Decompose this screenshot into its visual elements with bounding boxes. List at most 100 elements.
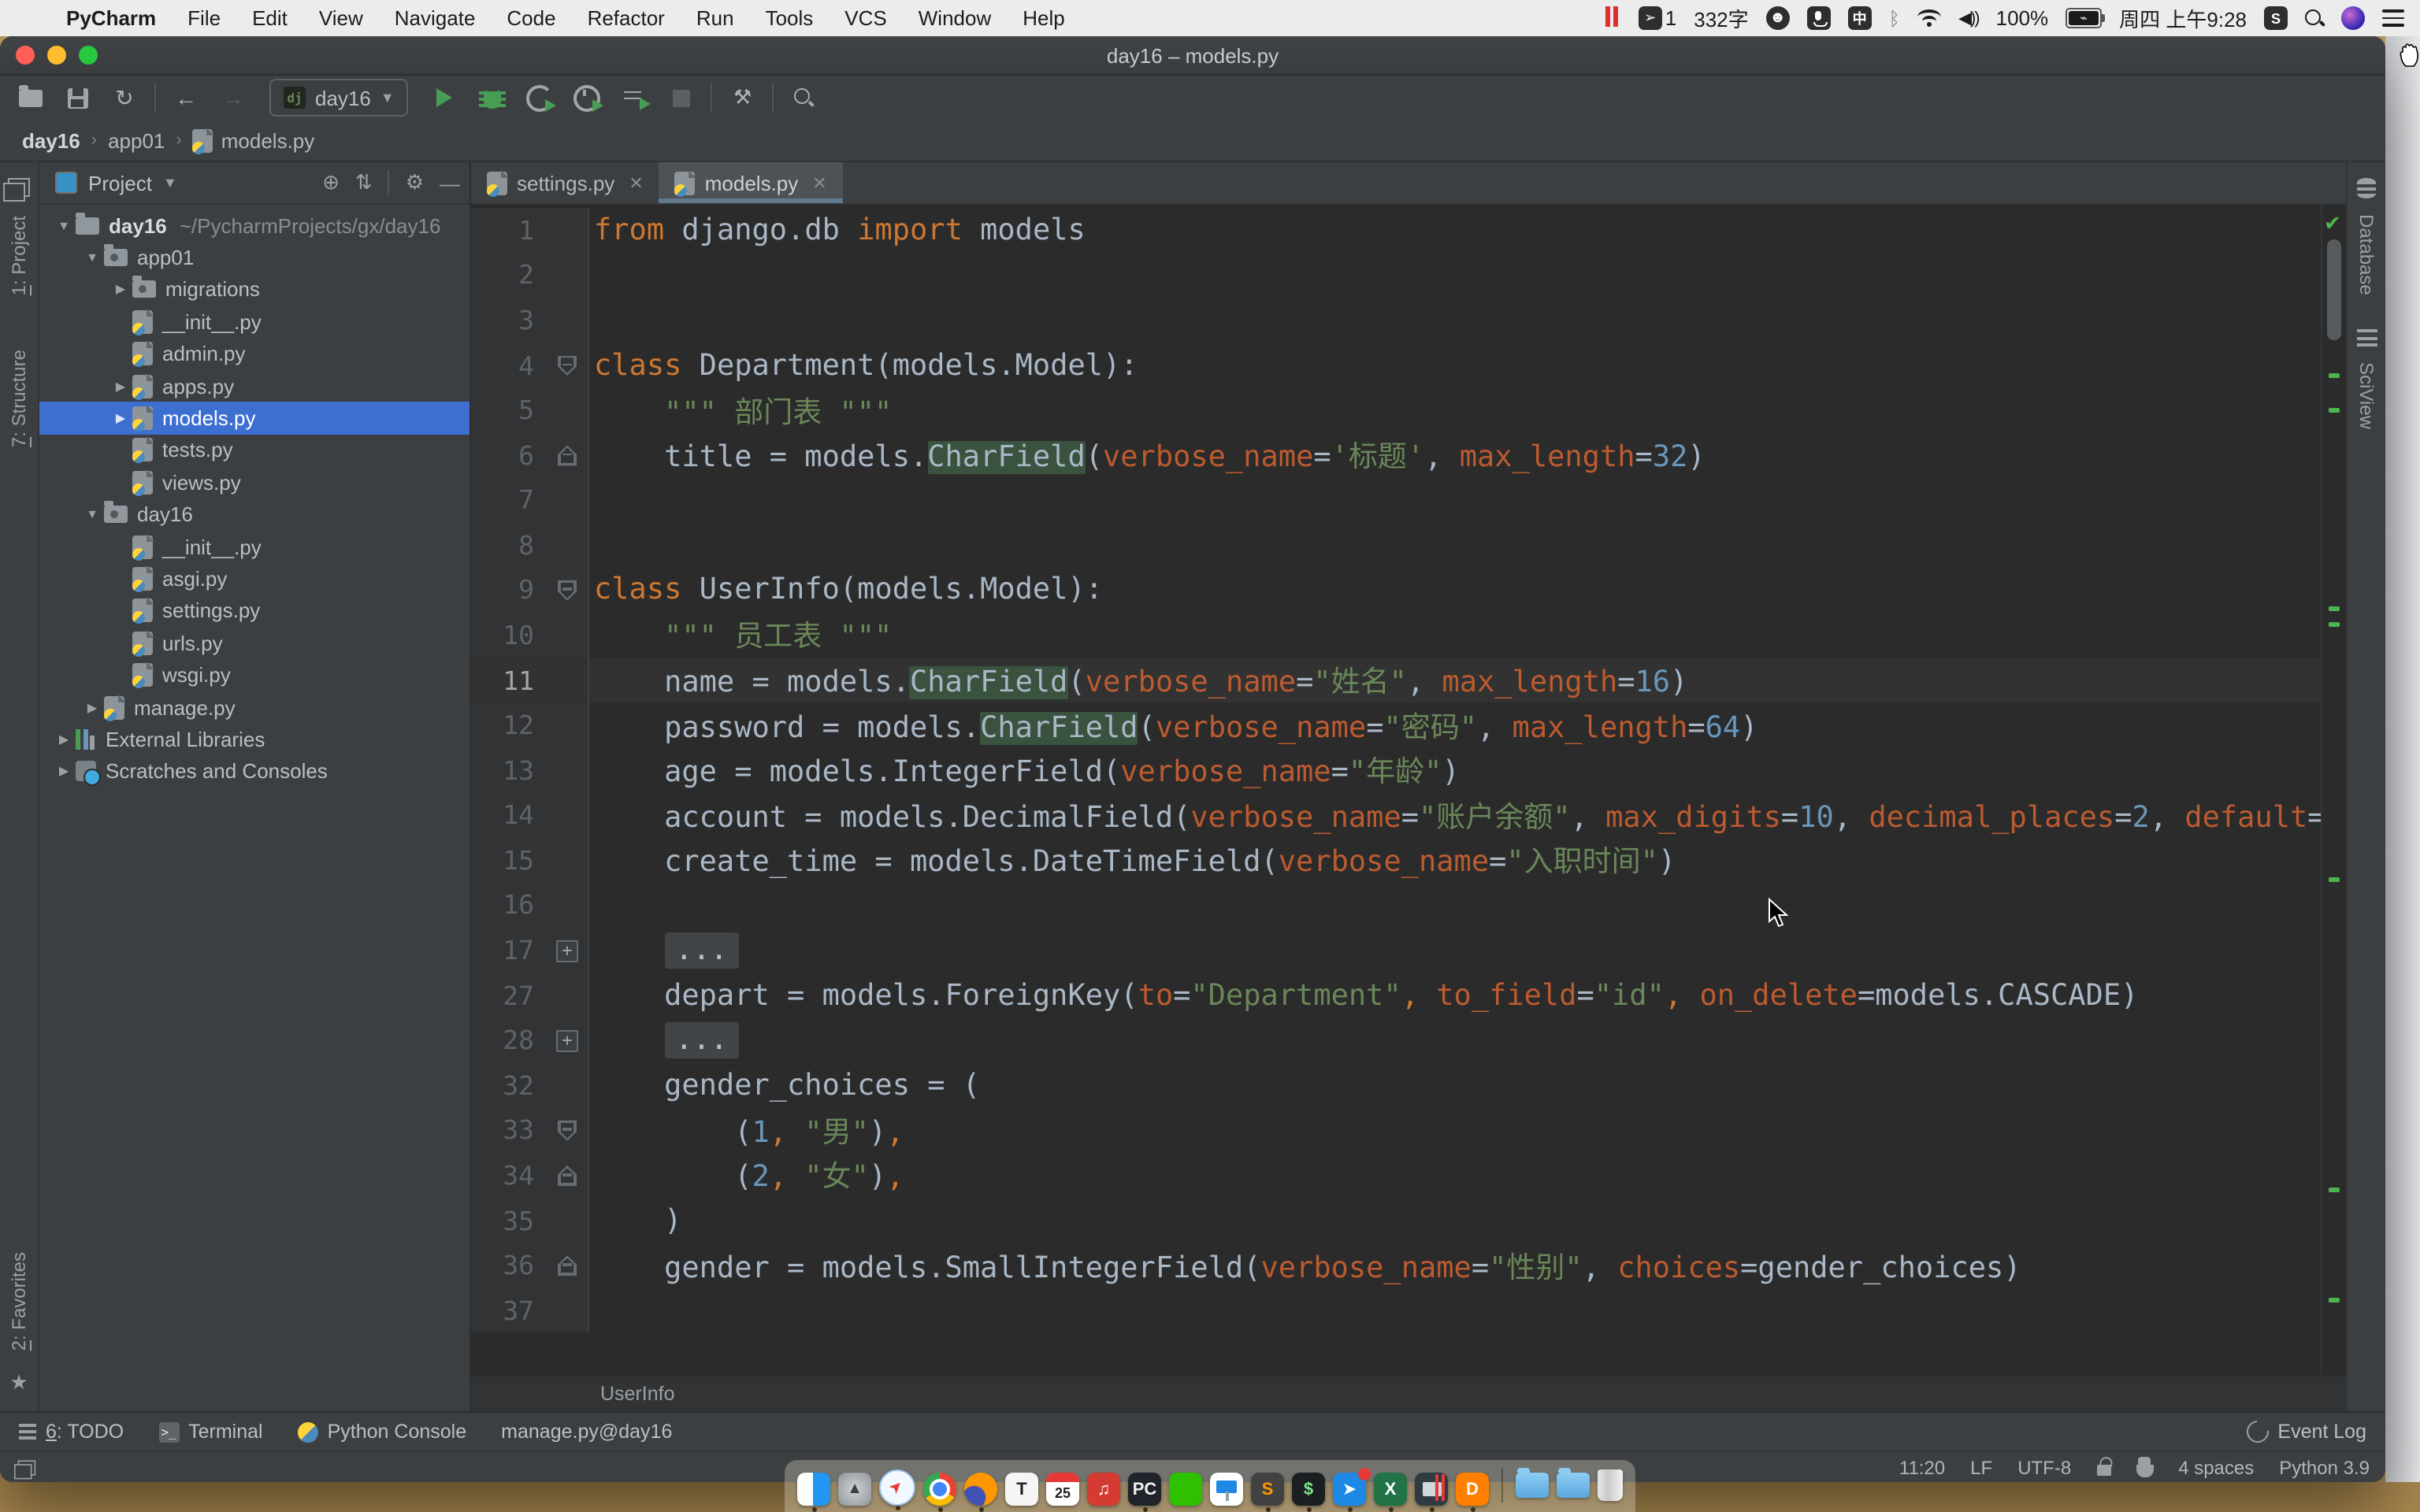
input-method-icon[interactable]: 中 xyxy=(1848,6,1872,30)
tool-stripe-favorites[interactable]: 2: Favorites xyxy=(8,1253,30,1351)
menu-run[interactable]: Run xyxy=(681,6,750,30)
settings-wrench-button[interactable]: ⚒ xyxy=(726,80,760,115)
fold-marker-icon[interactable] xyxy=(547,445,588,465)
run-button[interactable] xyxy=(428,80,462,115)
run-configuration-selector[interactable]: dj day16 ▼ xyxy=(269,79,409,117)
screen-recording-indicator-icon[interactable] xyxy=(1605,6,1621,31)
fold-marker-icon[interactable] xyxy=(547,1166,588,1186)
code-line-27[interactable]: 27 depart = models.ForeignKey(to="Depart… xyxy=(471,973,2346,1018)
tree-item-__init__.py[interactable]: __init__.py xyxy=(39,531,470,563)
folded-region[interactable]: ... xyxy=(664,1022,739,1058)
tree-collapse-arrow[interactable]: ▼ xyxy=(84,250,101,265)
tool-stripe-database[interactable]: Database xyxy=(2355,214,2377,295)
tree-item-apps.py[interactable]: ▶apps.py xyxy=(39,370,470,402)
tree-item-urls.py[interactable]: urls.py xyxy=(39,627,470,659)
tool-stripe-sciview[interactable]: SciView xyxy=(2355,363,2377,430)
menu-help[interactable]: Help xyxy=(1007,6,1081,30)
dock-safari[interactable]: ➤ xyxy=(879,1469,915,1506)
open-folder-button[interactable] xyxy=(13,80,47,115)
shottr-app-icon[interactable]: S xyxy=(2264,6,2288,30)
code-line-37[interactable]: 37 xyxy=(471,1288,2346,1333)
debug-button[interactable] xyxy=(475,80,510,115)
dock-finder[interactable] xyxy=(797,1473,830,1506)
menu-edit[interactable]: Edit xyxy=(236,6,303,30)
siri-icon[interactable] xyxy=(2341,6,2365,30)
code-line-7[interactable]: 7 xyxy=(471,478,2346,523)
event-log-button[interactable]: Event Log xyxy=(2246,1421,2366,1443)
error-stripe-mark[interactable] xyxy=(2329,373,2340,378)
todo-toolwindow-button[interactable]: 6: TODO xyxy=(19,1421,124,1443)
sync-button[interactable]: ↻ xyxy=(107,80,142,115)
fold-marker-icon[interactable] xyxy=(547,1121,588,1141)
tool-stripe-project[interactable]: 1: Project xyxy=(8,216,30,295)
code-line-32[interactable]: 32 gender_choices = ( xyxy=(471,1063,2346,1108)
profile-button[interactable] xyxy=(570,80,604,115)
tree-item-wsgi.py[interactable]: wsgi.py xyxy=(39,659,470,691)
terminal-toolwindow-button[interactable]: >_ Terminal xyxy=(158,1421,263,1443)
dock-terminal[interactable]: $ xyxy=(1292,1473,1325,1506)
code-line-15[interactable]: 15 create_time = models.DateTimeField(ve… xyxy=(471,838,2346,883)
collapse-all-button[interactable]: ⇅ xyxy=(355,170,373,195)
menu-navigate[interactable]: Navigate xyxy=(379,6,492,30)
tree-item-models.py[interactable]: ▶models.py xyxy=(39,402,470,435)
tree-item-admin.py[interactable]: admin.py xyxy=(39,338,470,370)
microphone-icon[interactable] xyxy=(1807,6,1831,30)
code-line-1[interactable]: 1from django.db import models xyxy=(471,208,2346,253)
locate-file-button[interactable]: ⊕ xyxy=(322,170,340,195)
tree-collapse-arrow[interactable]: ▼ xyxy=(55,218,72,232)
code-line-33[interactable]: 33 (1, "男"), xyxy=(471,1108,2346,1153)
fold-marker-icon[interactable] xyxy=(547,355,588,376)
dock-sublime[interactable]: S xyxy=(1251,1473,1284,1506)
code-line-14[interactable]: 14 account = models.DecimalField(verbose… xyxy=(471,793,2346,838)
tool-stripe-structure[interactable]: 7: Structure xyxy=(8,349,30,447)
volume-icon[interactable]: ◀)) xyxy=(1958,8,1979,28)
dock-firefox[interactable] xyxy=(964,1473,997,1506)
tab-settings.py[interactable]: settings.py✕ xyxy=(471,162,659,203)
tree-item-settings.py[interactable]: settings.py xyxy=(39,595,470,627)
menu-vcs[interactable]: VCS xyxy=(829,6,902,30)
dock-excel[interactable]: X xyxy=(1374,1473,1407,1506)
dock-folder-2[interactable] xyxy=(1557,1472,1590,1497)
code-line-11[interactable]: 11 name = models.CharField(verbose_name=… xyxy=(471,658,2346,703)
code-line-28[interactable]: 28+ ... xyxy=(471,1018,2346,1063)
dock-keynote[interactable] xyxy=(1210,1473,1243,1506)
inspections-hector-icon[interactable] xyxy=(2136,1465,2153,1477)
tree-item-External-Libraries[interactable]: ▶External Libraries xyxy=(39,724,470,756)
stop-button[interactable] xyxy=(664,80,699,115)
tree-item-migrations[interactable]: ▶migrations xyxy=(39,274,470,306)
editor-bottom-breadcrumb[interactable]: UserInfo xyxy=(471,1375,2346,1411)
folded-region[interactable]: ... xyxy=(664,932,739,969)
fold-expand-icon[interactable]: + xyxy=(547,939,588,962)
bluetooth-icon[interactable]: ᛒ xyxy=(1889,7,1900,29)
lock-icon[interactable] xyxy=(2096,1464,2110,1475)
fold-expand-icon[interactable]: + xyxy=(547,1029,588,1051)
code-line-5[interactable]: 5 """ 部门表 """ xyxy=(471,388,2346,433)
menu-file[interactable]: File xyxy=(172,6,236,30)
menu-tools[interactable]: Tools xyxy=(750,6,830,30)
dock-douyu[interactable]: D xyxy=(1456,1473,1489,1506)
tree-expand-arrow[interactable]: ▶ xyxy=(55,765,72,779)
code-line-6[interactable]: 6 title = models.CharField(verbose_name=… xyxy=(471,433,2346,478)
scrollbar-thumb[interactable] xyxy=(2327,239,2341,340)
dock-chrome[interactable] xyxy=(923,1473,956,1506)
tree-expand-arrow[interactable]: ▶ xyxy=(84,700,101,714)
dock-trash[interactable] xyxy=(1598,1469,1623,1500)
error-stripe-mark[interactable] xyxy=(2329,1298,2340,1303)
menu-refactor[interactable]: Refactor xyxy=(572,6,681,30)
line-ending[interactable]: LF xyxy=(1970,1456,1992,1478)
fold-marker-icon[interactable] xyxy=(547,580,588,601)
python-console-toolwindow-button[interactable]: Python Console xyxy=(298,1421,467,1443)
dock-thunder[interactable]: ➤ xyxy=(1333,1473,1366,1506)
editor-scrollbar[interactable]: ✔ xyxy=(2321,205,2346,1375)
error-stripe-mark[interactable] xyxy=(2329,408,2340,413)
code-line-35[interactable]: 35 ) xyxy=(471,1198,2346,1243)
tree-item-day16[interactable]: ▼day16~/PycharmProjects/gx/day16 xyxy=(39,209,470,242)
code-line-36[interactable]: 36 gender = models.SmallIntegerField(ver… xyxy=(471,1243,2346,1288)
error-stripe-mark[interactable] xyxy=(2329,1188,2340,1192)
dock-netease-music[interactable]: ♫ xyxy=(1087,1473,1120,1506)
tree-expand-arrow[interactable]: ▶ xyxy=(112,379,129,393)
save-all-button[interactable] xyxy=(60,80,95,115)
menu-window[interactable]: Window xyxy=(903,6,1008,30)
project-panel-header[interactable]: Project ▼ ⊕ ⇅ ⚙ — xyxy=(39,162,470,205)
tree-item-Scratches-and-Consoles[interactable]: ▶Scratches and Consoles xyxy=(39,755,470,788)
